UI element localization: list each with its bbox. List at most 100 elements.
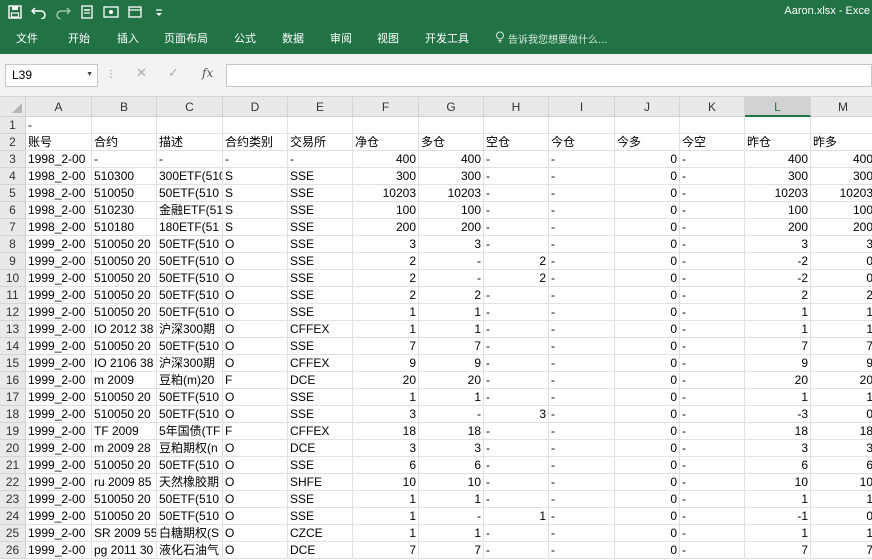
cell-F23[interactable]: 1 (353, 491, 419, 508)
cell-D8[interactable]: O (223, 236, 288, 253)
cell-G13[interactable]: 1 (419, 321, 484, 338)
cell-E5[interactable]: SSE (288, 185, 353, 202)
column-header-J[interactable]: J (615, 97, 680, 117)
cell-J21[interactable]: 0 (615, 457, 680, 474)
cell-J1[interactable] (615, 117, 680, 134)
cell-E25[interactable]: CZCE (288, 525, 353, 542)
row-header[interactable]: 9 (0, 253, 26, 270)
select-all-corner[interactable] (0, 97, 26, 117)
formula-input[interactable] (226, 64, 872, 87)
cell-B7[interactable]: 510180 (92, 219, 157, 236)
cell-C13[interactable]: 沪深300期 (157, 321, 223, 338)
cell-G15[interactable]: 9 (419, 355, 484, 372)
cell-A10[interactable]: 1999_2-00 (26, 270, 92, 287)
cell-J5[interactable]: 0 (615, 185, 680, 202)
row-header[interactable]: 6 (0, 202, 26, 219)
cell-L7[interactable]: 200 (745, 219, 811, 236)
cell-H24[interactable]: 1 (484, 508, 549, 525)
cell-L23[interactable]: 1 (745, 491, 811, 508)
cell-J17[interactable]: 0 (615, 389, 680, 406)
redo-icon[interactable] (54, 3, 72, 21)
cell-H15[interactable]: - (484, 355, 549, 372)
cell-J13[interactable]: 0 (615, 321, 680, 338)
cell-C6[interactable]: 金融ETF(51 (157, 202, 223, 219)
cell-I15[interactable]: - (549, 355, 615, 372)
cell-K8[interactable]: - (680, 236, 745, 253)
cell-C23[interactable]: 50ETF(510 (157, 491, 223, 508)
cell-G3[interactable]: 400 (419, 151, 484, 168)
cell-E21[interactable]: SSE (288, 457, 353, 474)
cell-E1[interactable] (288, 117, 353, 134)
cell-G19[interactable]: 18 (419, 423, 484, 440)
cell-C5[interactable]: 50ETF(510 (157, 185, 223, 202)
cell-L9[interactable]: -2 (745, 253, 811, 270)
cell-G11[interactable]: 2 (419, 287, 484, 304)
cell-D23[interactable]: O (223, 491, 288, 508)
cell-I17[interactable]: - (549, 389, 615, 406)
cell-J11[interactable]: 0 (615, 287, 680, 304)
cell-K10[interactable]: - (680, 270, 745, 287)
row-header[interactable]: 11 (0, 287, 26, 304)
cell-B26[interactable]: pg 2011 30 (92, 542, 157, 559)
cell-L14[interactable]: 7 (745, 338, 811, 355)
cell-G4[interactable]: 300 (419, 168, 484, 185)
cell-G17[interactable]: 1 (419, 389, 484, 406)
column-header-A[interactable]: A (26, 97, 92, 117)
cell-C4[interactable]: 300ETF(510 (157, 168, 223, 185)
cell-F20[interactable]: 3 (353, 440, 419, 457)
cell-H12[interactable]: - (484, 304, 549, 321)
row-header[interactable]: 2 (0, 134, 26, 151)
cell-L11[interactable]: 2 (745, 287, 811, 304)
cell-E23[interactable]: SSE (288, 491, 353, 508)
cell-H2[interactable]: 空仓 (484, 134, 549, 151)
cell-I21[interactable]: - (549, 457, 615, 474)
cell-H14[interactable]: - (484, 338, 549, 355)
cell-B22[interactable]: ru 2009 85 (92, 474, 157, 491)
cell-A22[interactable]: 1999_2-00 (26, 474, 92, 491)
cell-K26[interactable]: - (680, 542, 745, 559)
cell-B20[interactable]: m 2009 28 (92, 440, 157, 457)
cell-L3[interactable]: 400 (745, 151, 811, 168)
row-header[interactable]: 23 (0, 491, 26, 508)
row-header[interactable]: 17 (0, 389, 26, 406)
cell-D15[interactable]: O (223, 355, 288, 372)
cell-M1[interactable] (811, 117, 872, 134)
cell-L8[interactable]: 3 (745, 236, 811, 253)
cell-D2[interactable]: 合约类别 (223, 134, 288, 151)
cell-K18[interactable]: - (680, 406, 745, 423)
cell-A6[interactable]: 1998_2-00 (26, 202, 92, 219)
cell-J18[interactable]: 0 (615, 406, 680, 423)
tab-page-layout[interactable]: 页面布局 (164, 30, 208, 46)
cell-M25[interactable]: 1 (811, 525, 872, 542)
cell-F15[interactable]: 9 (353, 355, 419, 372)
cell-D21[interactable]: O (223, 457, 288, 474)
cell-M11[interactable]: 2 (811, 287, 872, 304)
cell-H22[interactable]: - (484, 474, 549, 491)
cell-B25[interactable]: SR 2009 55 (92, 525, 157, 542)
cell-C16[interactable]: 豆粕(m)20 (157, 372, 223, 389)
cell-F12[interactable]: 1 (353, 304, 419, 321)
cell-F1[interactable] (353, 117, 419, 134)
cell-F16[interactable]: 20 (353, 372, 419, 389)
cell-H3[interactable]: - (484, 151, 549, 168)
cell-G18[interactable]: - (419, 406, 484, 423)
cell-K24[interactable]: - (680, 508, 745, 525)
cell-J23[interactable]: 0 (615, 491, 680, 508)
cell-B11[interactable]: 510050 20 (92, 287, 157, 304)
cell-M24[interactable]: 0 (811, 508, 872, 525)
cell-B12[interactable]: 510050 20 (92, 304, 157, 321)
cell-C11[interactable]: 50ETF(510 (157, 287, 223, 304)
column-header-L[interactable]: L (745, 97, 811, 117)
cell-B5[interactable]: 510050 (92, 185, 157, 202)
cell-C22[interactable]: 天然橡胶期 (157, 474, 223, 491)
cell-G20[interactable]: 3 (419, 440, 484, 457)
cell-F7[interactable]: 200 (353, 219, 419, 236)
cell-E7[interactable]: SSE (288, 219, 353, 236)
cell-K11[interactable]: - (680, 287, 745, 304)
cell-H5[interactable]: - (484, 185, 549, 202)
cell-A5[interactable]: 1998_2-00 (26, 185, 92, 202)
row-header[interactable]: 20 (0, 440, 26, 457)
row-header[interactable]: 8 (0, 236, 26, 253)
cell-C17[interactable]: 50ETF(510 (157, 389, 223, 406)
cell-K1[interactable] (680, 117, 745, 134)
